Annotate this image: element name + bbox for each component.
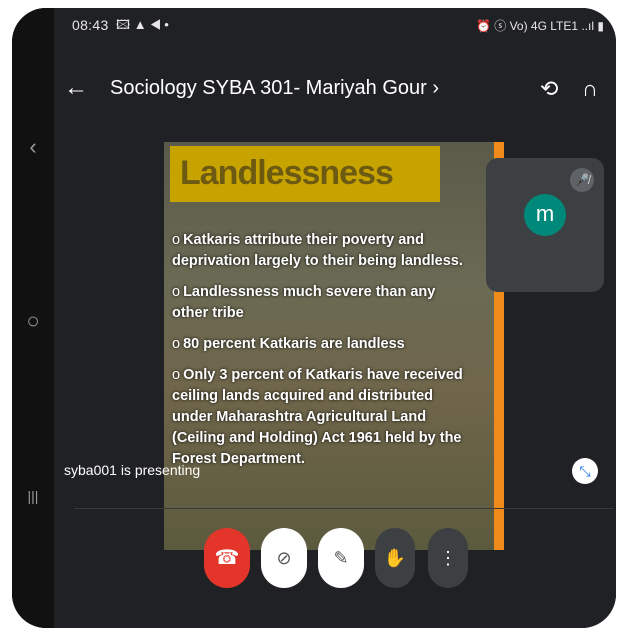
avatar: m <box>524 194 566 236</box>
meet-screen: 08:43 🖾 ▲ ◀ • ⏰ ⓢ Vo) 4G LTE1 ..ıl ▮ Lan… <box>54 8 616 628</box>
meeting-header: ← Sociology SYBA 301- Mariyah Gour › ⟲ ∩ <box>54 74 616 114</box>
minimize-presentation-button[interactable]: ⤡ <box>572 458 598 484</box>
slide-bullet: o Katkaris attribute their poverty and de… <box>172 232 463 269</box>
switch-camera-icon[interactable]: ⟲ <box>540 76 558 102</box>
slide-title: Landlessness <box>180 154 394 192</box>
audio-output-icon[interactable]: ∩ <box>582 76 598 102</box>
nav-back-button[interactable]: ‹ <box>22 134 44 160</box>
shared-slide: Landlessness o Katkaris attribute their p… <box>164 142 494 550</box>
slide-title-bar: Landlessness <box>170 146 440 202</box>
status-right-icons: ⏰ ⓢ Vo) 4G LTE1 ..ıl ▮ <box>475 19 604 33</box>
slide-bullet: o 80 percent Katkaris are landless <box>172 336 405 352</box>
phone-frame: ‹ ○ ||| 08:43 🖾 ▲ ◀ • ⏰ ⓢ Vo) 4G LTE1 ..… <box>12 8 616 628</box>
meeting-title[interactable]: Sociology SYBA 301- Mariyah Gour › <box>110 77 439 100</box>
slide-bullet: o Landlessness much severe than any other… <box>172 284 436 321</box>
status-bar: 08:43 🖾 ▲ ◀ • ⏰ ⓢ Vo) 4G LTE1 ..ıl ▮ <box>54 8 616 42</box>
notification-icons: 🖾 ▲ ◀ • <box>116 17 169 32</box>
nav-home-button[interactable]: ○ <box>22 308 44 334</box>
presenting-label: syba001 is presenting <box>64 462 201 478</box>
divider <box>74 508 614 509</box>
nav-recents-button[interactable]: ||| <box>22 488 44 504</box>
slide-bullet: o Only 3 percent of Katkaris have receive… <box>172 367 463 467</box>
navigation-bar: ‹ ○ ||| <box>12 8 54 628</box>
more-options-button[interactable]: ⋮ <box>428 528 468 588</box>
call-controls: ☎ ⊘ ✎ ✋ ⋮ <box>54 528 616 608</box>
mic-off-icon: 🎤̸ <box>570 168 594 192</box>
self-view-tile[interactable]: 🎤̸ m <box>486 158 604 292</box>
raise-hand-button[interactable]: ✋ <box>375 528 415 588</box>
back-arrow-icon[interactable]: ← <box>64 74 88 102</box>
mic-toggle-button[interactable]: ✎ <box>318 528 364 588</box>
chevron-right-icon: › <box>432 77 440 99</box>
slide-bullets: o Katkaris attribute their poverty and de… <box>172 230 472 480</box>
presentation-stage: Landlessness o Katkaris attribute their p… <box>54 68 616 550</box>
camera-toggle-button[interactable]: ⊘ <box>261 528 307 588</box>
end-call-button[interactable]: ☎ <box>204 528 250 588</box>
status-time: 08:43 <box>72 17 109 33</box>
